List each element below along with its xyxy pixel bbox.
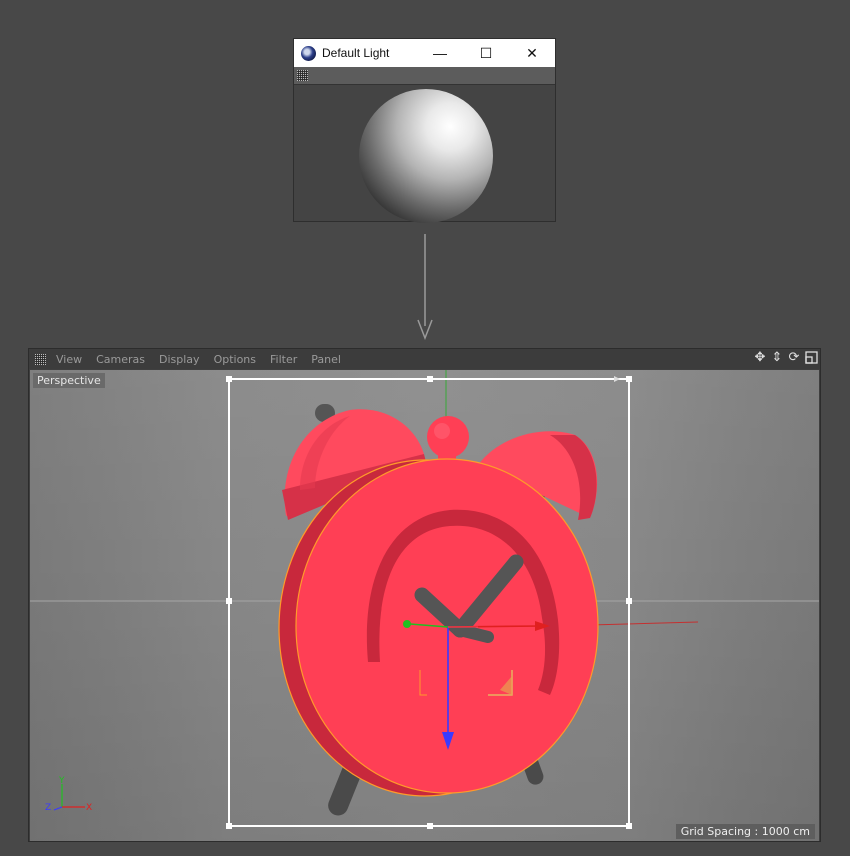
default-light-window: Default Light — ☐ ✕ xyxy=(293,38,556,223)
menu-view[interactable]: View xyxy=(56,353,82,366)
view-axis-y-label: Y xyxy=(58,776,65,786)
move-icon[interactable]: ✥ xyxy=(753,351,767,365)
light-preview-area[interactable] xyxy=(294,85,555,223)
menu-panel[interactable]: Panel xyxy=(311,353,341,366)
menu-display[interactable]: Display xyxy=(159,353,200,366)
maximize-view-icon[interactable] xyxy=(804,351,818,365)
scene-render: Y X Z xyxy=(30,370,819,829)
maximize-button[interactable]: ☐ xyxy=(463,39,509,67)
viewport-canvas[interactable]: Y X Z Perspective Grid Spacing : 1000 cm xyxy=(30,370,819,841)
view-axis-z-label: Z xyxy=(45,803,51,813)
window-toolbar xyxy=(294,67,555,85)
view-axis-x-label: X xyxy=(86,803,92,813)
viewport-menubar: View Cameras Display Options Filter Pane… xyxy=(29,349,820,369)
window-title: Default Light xyxy=(322,46,390,60)
world-x-axis-line xyxy=(589,621,699,626)
grid-spacing-label: Grid Spacing : 1000 cm xyxy=(675,824,815,839)
grip-icon[interactable] xyxy=(297,70,308,81)
menu-cameras[interactable]: Cameras xyxy=(96,353,145,366)
view-axis-z xyxy=(53,806,63,811)
menu-options[interactable]: Options xyxy=(214,353,256,366)
window-titlebar[interactable]: Default Light — ☐ ✕ xyxy=(294,39,555,67)
menu-filter[interactable]: Filter xyxy=(270,353,297,366)
rotate-icon[interactable]: ⟳ xyxy=(787,351,801,365)
minimize-button[interactable]: — xyxy=(417,39,463,67)
close-button[interactable]: ✕ xyxy=(509,39,555,67)
down-arrow-icon xyxy=(417,234,433,340)
light-sphere[interactable] xyxy=(359,89,493,223)
dolly-icon[interactable]: ⇕ xyxy=(770,351,784,365)
cinema4d-app-icon xyxy=(301,45,316,61)
grip-icon[interactable] xyxy=(35,353,46,365)
viewport-panel: View Cameras Display Options Filter Pane… xyxy=(28,348,821,842)
camera-label[interactable]: Perspective xyxy=(33,373,105,388)
clock-top-knob xyxy=(427,416,469,458)
